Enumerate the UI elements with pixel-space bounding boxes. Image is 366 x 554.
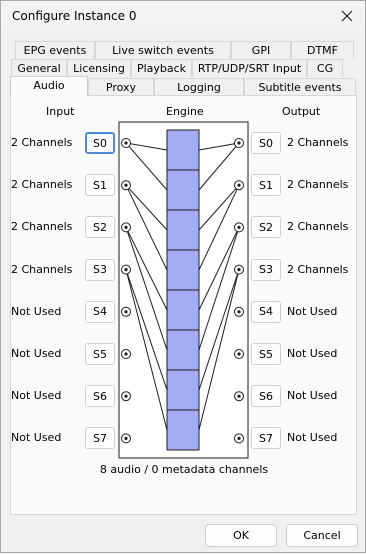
- input-port-dot-0: [124, 141, 128, 145]
- engine-slot-4: [166, 289, 200, 331]
- output-port-dot-0: [237, 141, 241, 145]
- input-port-dot-4: [124, 310, 128, 314]
- output-port-dot-4: [237, 310, 241, 314]
- cancel-button[interactable]: Cancel: [286, 524, 358, 547]
- ok-button[interactable]: OK: [205, 524, 277, 547]
- output-port-dot-2: [237, 225, 241, 229]
- input-port-dot-2: [124, 225, 128, 229]
- engine-slot-5: [166, 329, 200, 371]
- output-port-dot-7: [237, 436, 241, 440]
- output-port-dot-3: [237, 268, 241, 272]
- output-port-dot-6: [237, 394, 241, 398]
- output-port-dot-1: [237, 183, 241, 187]
- input-port-dot-7: [124, 436, 128, 440]
- configure-instance-dialog: Configure Instance 0 EPG events Live swi…: [0, 0, 366, 553]
- engine-slot-2: [166, 209, 200, 251]
- engine-slot-6: [166, 369, 200, 411]
- engine-slot-0: [166, 129, 200, 171]
- engine-slot-7: [166, 409, 200, 451]
- engine-slot-1: [166, 169, 200, 211]
- input-port-dot-6: [124, 394, 128, 398]
- engine-slot-3: [166, 249, 200, 291]
- channel-summary: 8 audio / 0 metadata channels: [99, 463, 269, 476]
- tab-audio[interactable]: Audio: [10, 76, 88, 96]
- input-port-dot-3: [124, 268, 128, 272]
- output-port-dot-5: [237, 352, 241, 356]
- input-port-dot-1: [124, 183, 128, 187]
- input-port-dot-5: [124, 352, 128, 356]
